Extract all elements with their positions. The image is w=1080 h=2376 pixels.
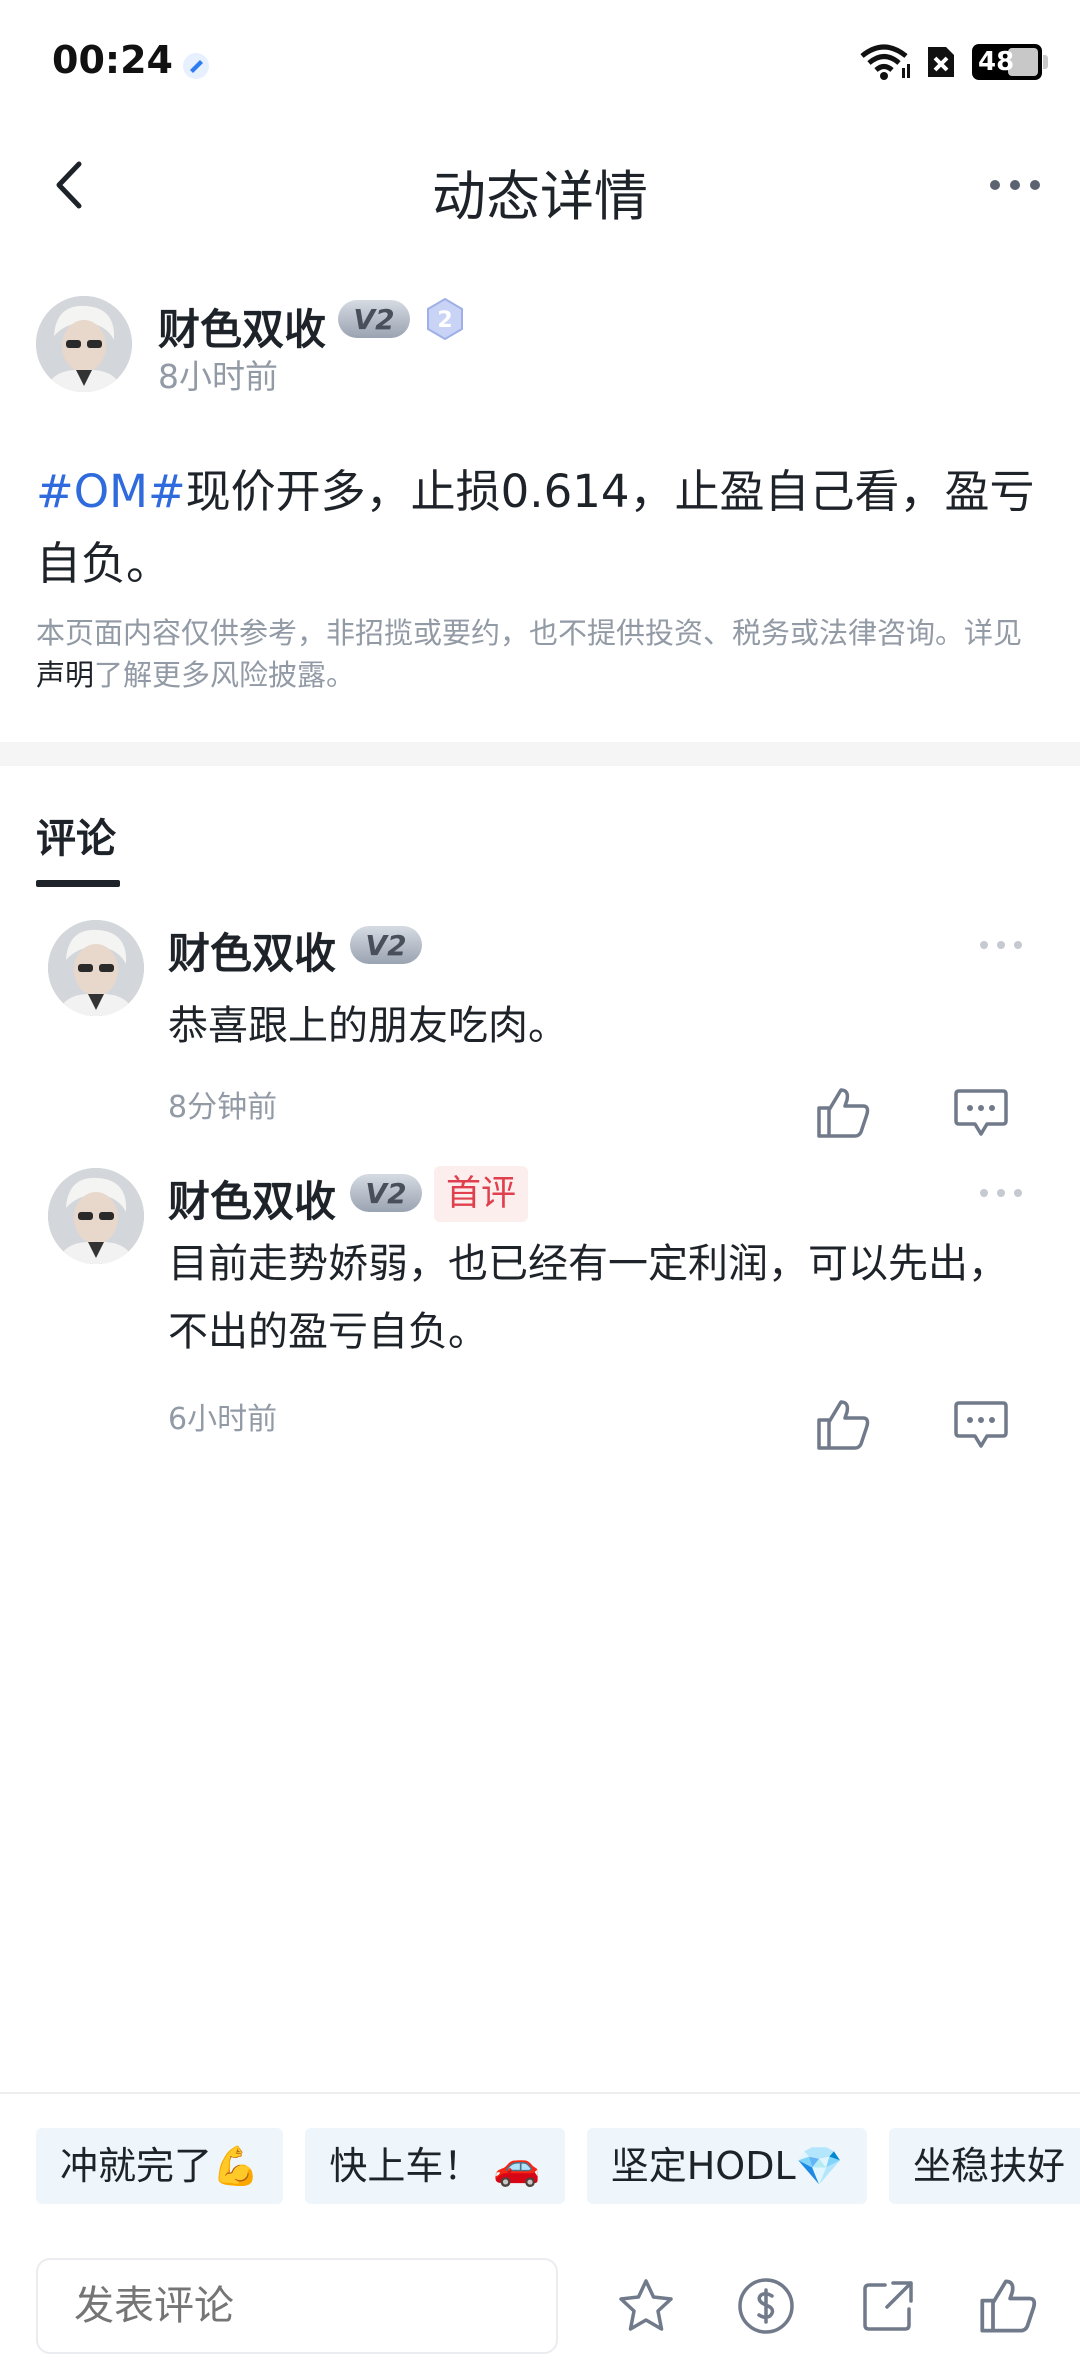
quick-reply-chip[interactable]: 冲就完了💪 [36,2128,284,2204]
comment-more-button[interactable] [976,930,1026,960]
comment-time: 8分钟前 [168,1090,278,1125]
more-dots-icon [980,941,1022,949]
comment-input[interactable] [36,2258,558,2354]
vip-badge: V2 [338,300,410,338]
status-bar: 00:24 48 [0,0,1080,130]
disclaimer: 本页面内容仅供参考，非招揽或要约，也不提供投资、税务或法律咨询。详见声明了解更多… [36,612,1046,696]
comment-text: 恭喜跟上的朋友吃肉。 [168,1003,568,1049]
avatar-image [36,296,132,392]
tab-comments[interactable]: 评论 [36,806,116,864]
like-button[interactable] [812,1082,874,1144]
comment-more-button[interactable] [976,1178,1026,1208]
app-notification-icon [183,53,209,79]
vip-badge: V2 [350,926,422,964]
share-icon [863,2281,913,2331]
reply-button[interactable] [950,1082,1012,1144]
disclaimer-suffix: 了解更多风险披露。 [94,658,356,692]
thumbs-up-icon [980,2279,1037,2333]
quick-reply-chip[interactable]: 快上车！ 🚗 [305,2128,565,2204]
comment-bubble-icon [954,1089,1008,1136]
comment-time: 6小时前 [168,1402,278,1437]
disclaimer-link[interactable]: 声明 [36,658,94,692]
page-title: 动态详情 [432,165,648,228]
vip-badge: V2 [350,1174,422,1212]
coin-icon [738,2278,794,2334]
favorite-button[interactable] [614,2274,678,2338]
level-number: 2 [437,308,452,333]
avatar-image [48,920,144,1016]
status-indicators: 48 [858,42,1048,82]
tip-button[interactable] [734,2274,798,2338]
reply-button[interactable] [950,1394,1012,1456]
like-post-button[interactable] [976,2274,1040,2338]
author-name[interactable]: 财色双收 [158,296,326,357]
like-button[interactable] [812,1394,874,1456]
comment-text: 目前走势娇弱，也已经有一定利润，可以先出，不出的盈亏自负。 [168,1241,1008,1355]
post-author[interactable]: 财色双收 V2 2 8小时前 [36,296,1036,396]
comment-author[interactable]: 财色双收 [168,1168,336,1229]
post-text: 现价开多，止损0.614，止盈自己看，盈亏自负。 [36,465,1035,590]
more-dots-icon [980,1189,1022,1197]
share-button[interactable] [856,2274,920,2338]
quick-reply-chip[interactable]: 坚定HODL💎 [586,2128,867,2204]
quick-reply-chip[interactable]: 坐稳扶好 [888,2128,1080,2204]
more-options-button[interactable] [980,160,1050,210]
wifi-icon [860,44,910,80]
header: 动态详情 [0,130,1080,240]
avatar[interactable] [48,1168,144,1264]
avatar-image [48,1168,144,1264]
no-sim-icon [928,47,954,77]
section-divider [0,742,1080,766]
avatar[interactable] [48,920,144,1016]
level-badge-icon: 2 [427,297,463,341]
thumbs-up-icon [817,1088,870,1138]
comment-author[interactable]: 财色双收 [168,920,336,981]
star-icon [619,2279,673,2331]
disclaimer-text: 本页面内容仅供参考，非招揽或要约，也不提供投资、税务或法律咨询。详见 [36,616,1023,650]
more-dots-icon [990,180,1040,190]
post-content: #OM#现价开多，止损0.614，止盈自己看，盈亏自负。 [36,456,1046,600]
comment-bubble-icon [954,1401,1008,1448]
post-time: 8小时前 [158,357,278,396]
tab-underline [36,880,120,887]
battery-level: 48 [978,47,1015,77]
bottom-divider [0,2092,1080,2094]
battery-icon: 48 [972,44,1048,80]
thumbs-up-icon [817,1400,870,1450]
first-comment-badge: 首评 [434,1166,529,1222]
status-time: 00:24 [52,38,173,82]
quick-replies: 冲就完了💪 快上车！ 🚗 坚定HODL💎 坐稳扶好 [36,2128,1080,2204]
avatar[interactable] [36,296,132,392]
hashtag-link[interactable]: #OM# [36,465,186,518]
